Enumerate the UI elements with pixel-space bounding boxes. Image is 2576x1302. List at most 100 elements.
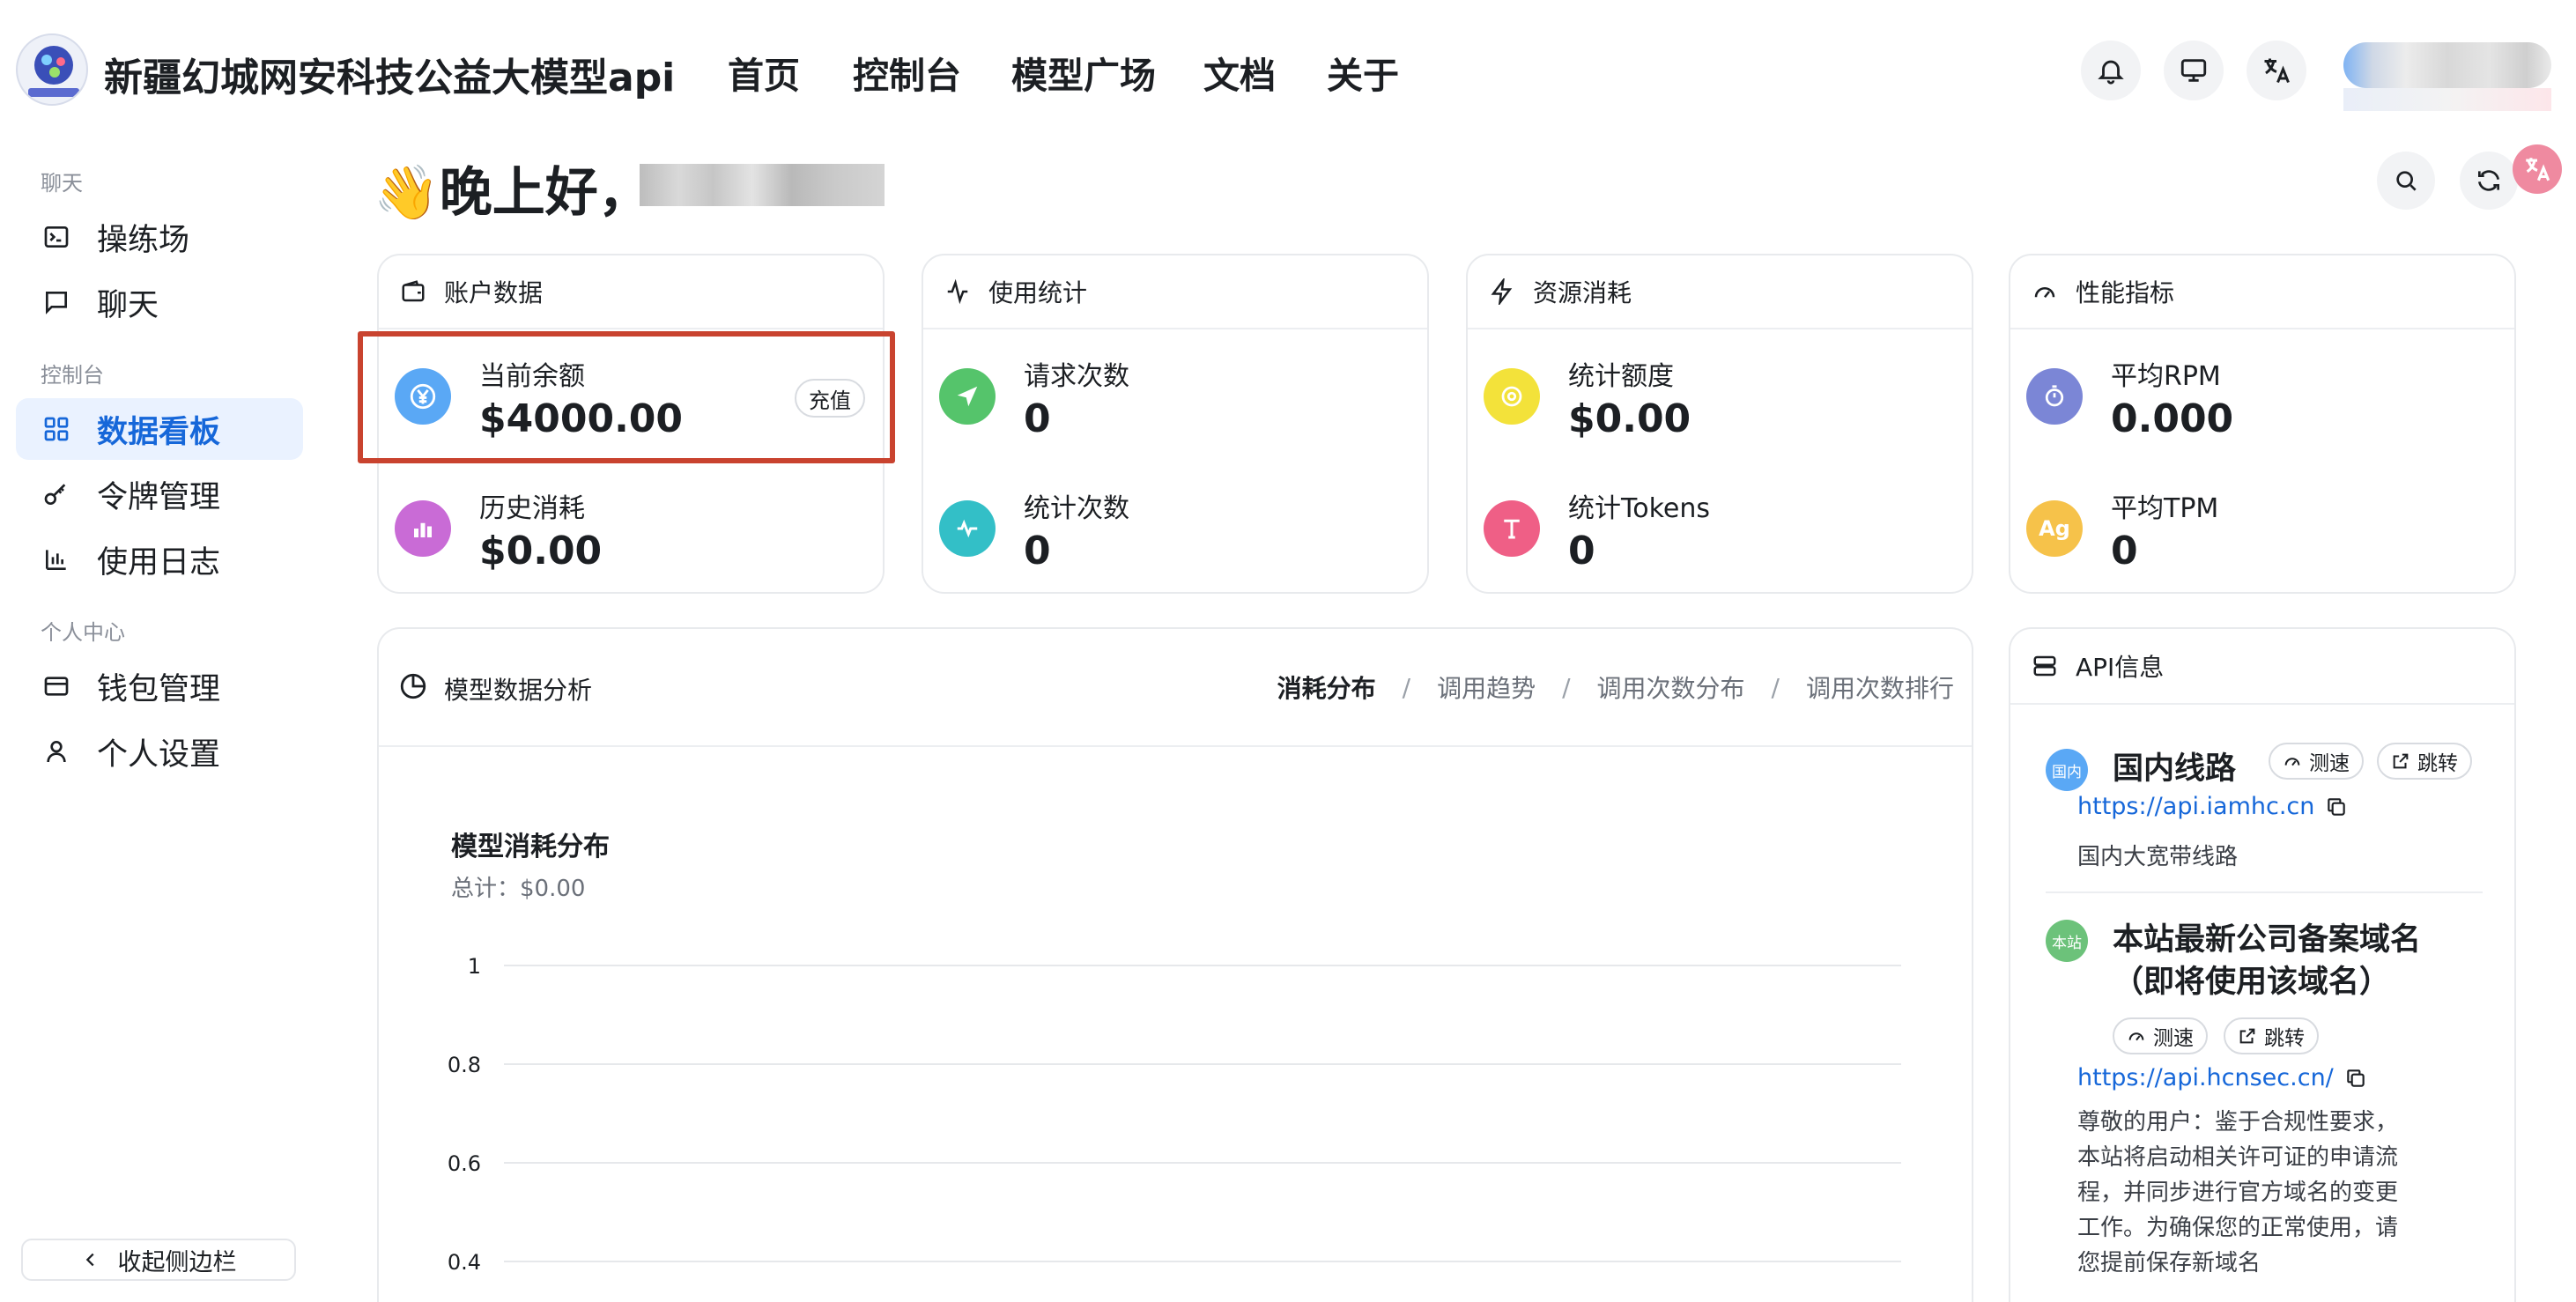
sidebar-item-label: 使用日志 xyxy=(97,544,221,581)
consumption-chart: 1 0.8 0.6 0.4 xyxy=(448,954,1901,1275)
performance-card: 性能指标 平均RPM 0.000 Ag 平均TPM 0 xyxy=(2009,254,2516,594)
sidebar-item-label: 个人设置 xyxy=(97,736,221,773)
analysis-tabs: 消耗分布 / 调用趋势 / 调用次数分布 / 调用次数排行 xyxy=(1277,669,1954,705)
collapse-sidebar-button[interactable]: 收起侧边栏 xyxy=(21,1239,296,1281)
route-url-text[interactable]: https://api.hcnsec.cn/ xyxy=(2077,1064,2334,1091)
copy-icon[interactable] xyxy=(2325,795,2348,818)
sidebar-item-playground[interactable]: 操练场 xyxy=(16,206,303,268)
resource-consumption-card: 资源消耗 统计额度 $0.00 统计Tokens 0 xyxy=(1466,254,1973,594)
translate-icon xyxy=(2526,158,2550,181)
sidebar-item-wallet[interactable]: 钱包管理 xyxy=(16,655,303,717)
speed-test-label: 测速 xyxy=(2153,1027,2194,1050)
copy-icon[interactable] xyxy=(2344,1067,2367,1090)
notice-line: 程，并同步进行官方域名的变更 xyxy=(2077,1180,2399,1206)
gauge-icon xyxy=(2128,1032,2144,1041)
metric-label: 请求次数 xyxy=(1024,361,1129,392)
metric-value: $0.00 xyxy=(1568,396,1691,441)
metric-request-count: 请求次数 0 xyxy=(923,331,1427,455)
translate-icon xyxy=(2264,58,2290,84)
route-url[interactable]: https://api.hcnsec.cn/ xyxy=(2077,1064,2367,1091)
route-notice: 尊敬的用户：鉴于合规性要求， 本站将启动相关许可证的申请流 程，并同步进行官方域… xyxy=(2077,1105,2465,1281)
ag-glyph: Ag xyxy=(2039,516,2070,541)
metric-stat-quota: 统计额度 $0.00 xyxy=(1468,331,1972,455)
sidebar: 聊天 操练场 聊天 控制台 数据看板 令牌管理 使用日志 个人中心 钱包管理 个… xyxy=(0,139,335,1302)
send-icon xyxy=(939,368,996,425)
user-menu-shadow xyxy=(2343,88,2551,111)
speed-test-button-1[interactable]: 测速 xyxy=(2269,743,2364,780)
sidebar-item-tokens[interactable]: 令牌管理 xyxy=(16,463,303,525)
dashboard-grid-icon xyxy=(37,410,76,448)
metric-label: 历史消耗 xyxy=(479,493,585,524)
route-title-line1: 本站最新公司备案域名 xyxy=(2113,922,2422,958)
nav-home[interactable]: 首页 xyxy=(728,46,800,99)
route-url[interactable]: https://api.iamhc.cn xyxy=(2077,793,2348,820)
key-icon xyxy=(37,475,76,514)
tab-call-count-distribution[interactable]: 调用次数分布 xyxy=(1597,669,1745,705)
language-button[interactable] xyxy=(2247,41,2306,100)
tab-call-count-ranking[interactable]: 调用次数排行 xyxy=(1806,669,1954,705)
route-url-text[interactable]: https://api.iamhc.cn xyxy=(2077,793,2314,820)
stopwatch-icon xyxy=(2026,368,2083,425)
search-button[interactable] xyxy=(2377,152,2435,210)
nav-docs[interactable]: 文档 xyxy=(1203,46,1276,99)
sidebar-item-label: 令牌管理 xyxy=(97,479,221,515)
jump-button-1[interactable]: 跳转 xyxy=(2377,743,2472,780)
sidebar-item-label: 聊天 xyxy=(97,287,159,323)
font-ag-icon: Ag xyxy=(2026,500,2083,557)
tab-separator: / xyxy=(1402,672,1411,702)
text-t-icon xyxy=(1484,500,1540,557)
card-header: API信息 xyxy=(2010,629,2514,705)
nav-console[interactable]: 控制台 xyxy=(853,46,961,99)
bar-chart-icon xyxy=(37,540,76,579)
tab-call-trend[interactable]: 调用趋势 xyxy=(1437,669,1536,705)
tab-separator: / xyxy=(1771,672,1780,702)
card-title: 资源消耗 xyxy=(1533,278,1632,307)
card-title: 使用统计 xyxy=(988,278,1088,307)
jump-button-2[interactable]: 跳转 xyxy=(2224,1017,2319,1054)
collapse-sidebar-label: 收起侧边栏 xyxy=(117,1248,237,1276)
notification-button[interactable] xyxy=(2081,41,2141,100)
site-logo[interactable] xyxy=(16,33,88,106)
notice-line: 工作。为确保您的正常使用，请 xyxy=(2077,1215,2399,1241)
route-title-line2: （即将使用该域名） xyxy=(2113,965,2391,1000)
chart-y-tick-label: 0.6 xyxy=(448,1151,481,1176)
sidebar-item-settings[interactable]: 个人设置 xyxy=(16,721,303,782)
refresh-icon xyxy=(2478,170,2499,191)
speed-test-button-2[interactable]: 测速 xyxy=(2113,1017,2208,1054)
chart-y-tick-label: 1 xyxy=(468,954,481,979)
refresh-button[interactable] xyxy=(2460,152,2518,210)
metric-stat-tokens: 统计Tokens 0 xyxy=(1468,463,1972,587)
activity-icon xyxy=(943,277,973,307)
card-header: 使用统计 xyxy=(923,255,1427,329)
metric-label: 平均RPM xyxy=(2111,361,2221,392)
lightning-icon xyxy=(1487,277,1517,307)
tab-separator: / xyxy=(1562,672,1571,702)
nav-model-plaza[interactable]: 模型广场 xyxy=(1011,46,1156,99)
card-title: API信息 xyxy=(2076,653,2165,682)
sidebar-item-label: 数据看板 xyxy=(97,414,221,450)
sidebar-group-chat: 聊天 xyxy=(41,171,83,196)
user-avatar-menu[interactable] xyxy=(2343,42,2551,88)
chart-bars-icon xyxy=(395,500,451,557)
gauge-icon xyxy=(2030,277,2060,307)
site-title[interactable]: 新疆幻城网安科技公益大模型api xyxy=(104,46,675,102)
nav-about[interactable]: 关于 xyxy=(1327,46,1399,99)
sidebar-item-dashboard[interactable]: 数据看板 xyxy=(16,398,303,460)
api-info-card: API信息 国内 国内线路 测速 跳转 https://api.iamhc.cn… xyxy=(2009,627,2516,1302)
notice-line: 本站将启动相关许可证的申请流 xyxy=(2077,1144,2399,1171)
metric-value: 0.000 xyxy=(2111,396,2234,441)
metric-label: 统计次数 xyxy=(1024,493,1129,524)
panel-header: 模型数据分析 消耗分布 / 调用趋势 / 调用次数分布 / 调用次数排行 xyxy=(379,629,1972,747)
terminal-icon xyxy=(37,218,76,256)
theme-display-button[interactable] xyxy=(2164,41,2224,100)
server-icon xyxy=(2030,651,2060,681)
sidebar-item-logs[interactable]: 使用日志 xyxy=(16,529,303,590)
floating-translate-button[interactable] xyxy=(2513,144,2562,194)
route-badge: 国内 xyxy=(2046,749,2088,791)
tab-consumption-distribution[interactable]: 消耗分布 xyxy=(1277,669,1376,705)
metric-value: $0.00 xyxy=(479,529,603,573)
model-analysis-panel: 模型数据分析 消耗分布 / 调用趋势 / 调用次数分布 / 调用次数排行 模型消… xyxy=(377,627,1973,1302)
metric-value: 0 xyxy=(1024,396,1051,441)
card-header: 性能指标 xyxy=(2010,255,2514,329)
sidebar-item-chat[interactable]: 聊天 xyxy=(16,271,303,333)
